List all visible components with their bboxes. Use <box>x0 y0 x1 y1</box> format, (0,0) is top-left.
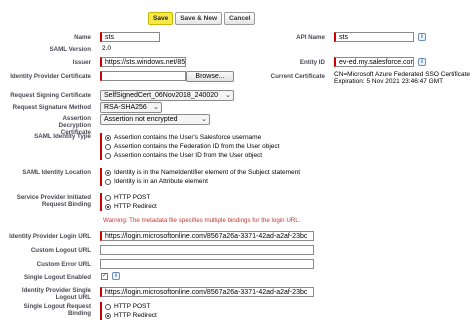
single-logout-binding-option[interactable]: HTTP POST <box>105 302 157 311</box>
chevron-down-icon: ⌄ <box>225 92 231 99</box>
single-logout-enabled-checkbox[interactable]: ✓ <box>101 273 108 280</box>
sp-request-binding-label: Service Provider Initiated Request Bindi… <box>16 194 91 208</box>
saml-version-value: 2.0 <box>102 45 112 52</box>
custom-error-url-label: Custom Error URL <box>36 261 91 268</box>
request-signing-certificate-label: Request Signing Certificate <box>10 92 91 99</box>
radio-button[interactable] <box>105 312 111 319</box>
radio-button[interactable] <box>105 178 111 185</box>
chevron-down-icon: ⌄ <box>153 104 159 111</box>
current-certificate-expiration: Expiration: 5 Nov 2021 23:46:47 GMT <box>334 78 444 85</box>
saml-identity-location-radio-group: Identity is in the NameIdentifier elemen… <box>100 168 300 186</box>
current-certificate-label: Current Certificate <box>270 73 325 80</box>
saml-identity-type-label: SAML Identity Type <box>34 133 91 140</box>
browse-button[interactable]: Browse... <box>186 71 234 82</box>
save-new-button[interactable]: Save & New <box>175 12 223 25</box>
option-label: HTTP Redirect <box>114 203 157 210</box>
radio-button[interactable] <box>105 203 111 210</box>
chevron-down-icon: ⌄ <box>201 116 207 123</box>
name-label: Name <box>74 34 91 41</box>
idp-single-logout-url-input[interactable]: https://login.microsoftonline.com/8567a2… <box>100 287 314 297</box>
radio-button[interactable] <box>105 152 111 159</box>
info-icon[interactable]: i <box>418 33 426 41</box>
custom-logout-url-input[interactable] <box>100 245 314 255</box>
binding-warning-text: Warning: The metadata file specifies mul… <box>103 217 301 224</box>
saml-identity-type-option[interactable]: Assertion contains the User ID from the … <box>105 151 279 160</box>
request-signature-method-select[interactable]: RSA-SHA256 ⌄ <box>100 102 162 113</box>
assertion-decryption-certificate-value: Assertion not encrypted <box>104 116 178 123</box>
single-logout-request-binding-label: Single Logout Request Binding <box>23 303 91 317</box>
idp-certificate-label: Identity Provider Certificate <box>10 73 91 80</box>
save-button[interactable]: Save <box>148 12 174 25</box>
option-label: HTTP POST <box>114 303 151 310</box>
radio-button[interactable] <box>105 303 111 310</box>
radio-button[interactable] <box>105 134 111 141</box>
issuer-input[interactable]: https://sts.windows.net/85 <box>100 57 186 67</box>
request-signing-certificate-select[interactable]: SelfSignedCert_06Nov2018_240020 ⌄ <box>100 90 234 101</box>
option-label: Identity is in an Attribute element <box>114 178 208 185</box>
saml-identity-location-label: SAML Identity Location <box>22 169 91 176</box>
option-label: Assertion contains the User ID from the … <box>114 152 263 159</box>
option-label: Assertion contains the Federation ID fro… <box>114 143 280 150</box>
saml-identity-location-option[interactable]: Identity is in the NameIdentifier elemen… <box>105 168 300 177</box>
request-signing-certificate-value: SelfSignedCert_06Nov2018_240020 <box>104 92 219 99</box>
idp-certificate-file-input[interactable] <box>100 71 186 81</box>
radio-button[interactable] <box>105 194 111 201</box>
sp-request-binding-radio-group: HTTP POST HTTP Redirect <box>100 193 157 211</box>
custom-error-url-input[interactable] <box>100 259 314 269</box>
idp-login-url-input[interactable]: https://login.microsoftonline.com/8567a2… <box>100 231 314 241</box>
option-label: HTTP Redirect <box>114 312 157 319</box>
saml-identity-type-option[interactable]: Assertion contains the User's Salesforce… <box>105 133 279 142</box>
idp-single-logout-url-label: Identity Provider Single Logout URL <box>21 287 91 301</box>
single-logout-binding-radio-group: HTTP POST HTTP Redirect <box>100 302 157 320</box>
info-icon[interactable]: i <box>112 272 120 280</box>
saml-identity-type-option[interactable]: Assertion contains the Federation ID fro… <box>105 142 279 151</box>
issuer-label: Issuer <box>72 59 91 66</box>
option-label: Assertion contains the User's Salesforce… <box>114 134 262 141</box>
entity-id-label: Entity ID <box>299 59 325 66</box>
custom-logout-url-label: Custom Logout URL <box>30 247 91 254</box>
saml-identity-type-radio-group: Assertion contains the User's Salesforce… <box>100 133 279 160</box>
toolbar: Save Save & New Cancel <box>148 12 256 25</box>
cancel-button[interactable]: Cancel <box>224 12 256 25</box>
sp-request-binding-option[interactable]: HTTP Redirect <box>105 202 157 211</box>
saml-version-label: SAML Version <box>49 46 92 53</box>
option-label: Identity is in the NameIdentifier elemen… <box>114 169 301 176</box>
entity-id-input[interactable]: ev-ed.my.salesforce.com <box>334 57 414 67</box>
api-name-input[interactable]: sts <box>334 32 414 42</box>
radio-button[interactable] <box>105 169 111 176</box>
radio-button[interactable] <box>105 143 111 150</box>
api-name-label: API Name <box>296 34 325 41</box>
sp-request-binding-option[interactable]: HTTP POST <box>105 193 157 202</box>
name-input[interactable]: sts <box>100 32 160 42</box>
request-signature-method-label: Request Signature Method <box>12 104 91 111</box>
option-label: HTTP POST <box>114 194 151 201</box>
saml-identity-location-option[interactable]: Identity is in an Attribute element <box>105 177 300 186</box>
single-logout-binding-option[interactable]: HTTP Redirect <box>105 311 157 320</box>
request-signature-method-value: RSA-SHA256 <box>104 104 147 111</box>
idp-login-url-label: Identity Provider Login URL <box>9 233 91 240</box>
assertion-decryption-certificate-select[interactable]: Assertion not encrypted ⌄ <box>100 114 210 125</box>
info-icon[interactable]: i <box>418 58 426 66</box>
single-logout-enabled-label: Single Logout Enabled <box>23 274 91 281</box>
